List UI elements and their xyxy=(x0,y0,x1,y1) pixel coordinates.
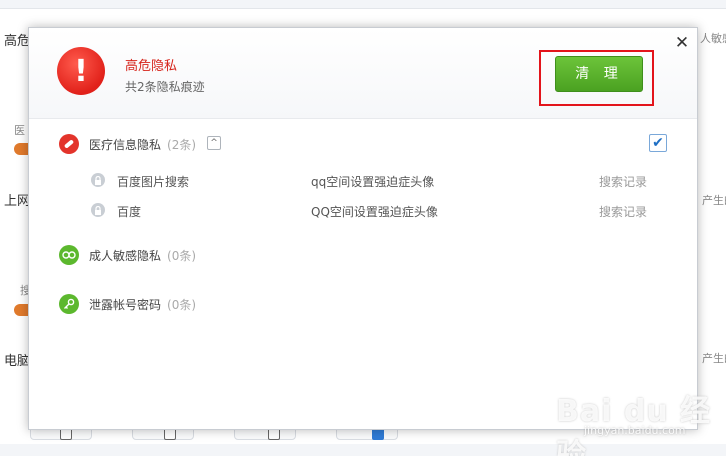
watermark-logo: Bai du 经验 xyxy=(556,394,712,456)
bg-label: 上网 xyxy=(4,194,31,209)
dialog-subtitle: 共2条隐私痕迹 xyxy=(125,80,205,94)
privacy-row[interactable]: 百度 QQ空间设置强迫症头像 搜索记录 xyxy=(91,201,651,221)
category-account-password[interactable]: 泄露帐号密码 (0条) xyxy=(59,293,679,315)
watermark-url: jingyan.baidu.com xyxy=(584,424,686,437)
row-source: 百度图片搜索 xyxy=(117,175,190,189)
category-count: (2条) xyxy=(167,138,197,152)
high-risk-privacy-dialog: ! 高危隐私 共2条隐私痕迹 清 理 ✕ 医疗信息隐私 (2条) ^ ✔ 百度图片… xyxy=(28,27,698,430)
lock-icon xyxy=(91,203,105,217)
clean-button[interactable]: 清 理 xyxy=(555,56,643,92)
bg-label-right: 产生的 xyxy=(702,352,726,365)
lock-icon xyxy=(91,173,105,187)
adult-icon xyxy=(59,245,79,265)
bg-label: 电脑 xyxy=(4,354,31,369)
category-count: (0条) xyxy=(167,298,197,312)
row-detail: QQ空间设置强迫症头像 xyxy=(311,205,438,219)
category-label: 医疗信息隐私 xyxy=(89,138,162,152)
alert-exclamation-icon: ! xyxy=(57,47,105,95)
dialog-title: 高危隐私 xyxy=(125,59,178,74)
bg-label: 高危 xyxy=(4,34,31,49)
pill-icon xyxy=(59,134,79,154)
privacy-row[interactable]: 百度图片搜索 qq空间设置强迫症头像 搜索记录 xyxy=(91,171,651,191)
close-icon[interactable]: ✕ xyxy=(674,35,690,52)
bg-label-right: 人敏感 xyxy=(700,32,726,45)
collapse-toggle[interactable]: ^ xyxy=(207,136,221,150)
key-icon xyxy=(59,294,79,314)
bg-label-right: 产生的 xyxy=(702,194,726,207)
row-detail: qq空间设置强迫症头像 xyxy=(311,175,435,189)
category-label: 泄露帐号密码 xyxy=(89,298,162,312)
row-type: 搜索记录 xyxy=(599,205,648,219)
bg-label: 医 xyxy=(14,124,25,137)
category-count: (0条) xyxy=(167,249,197,263)
category-medical[interactable]: 医疗信息隐私 (2条) ^ xyxy=(59,133,679,155)
category-checkbox[interactable]: ✔ xyxy=(649,134,667,152)
row-type: 搜索记录 xyxy=(599,175,648,189)
row-source: 百度 xyxy=(117,205,142,219)
category-label: 成人敏感隐私 xyxy=(89,249,162,263)
category-adult[interactable]: 成人敏感隐私 (0条) xyxy=(59,244,679,266)
baidu-watermark: Bai du 经验 jingyan.baidu.com xyxy=(556,376,726,456)
